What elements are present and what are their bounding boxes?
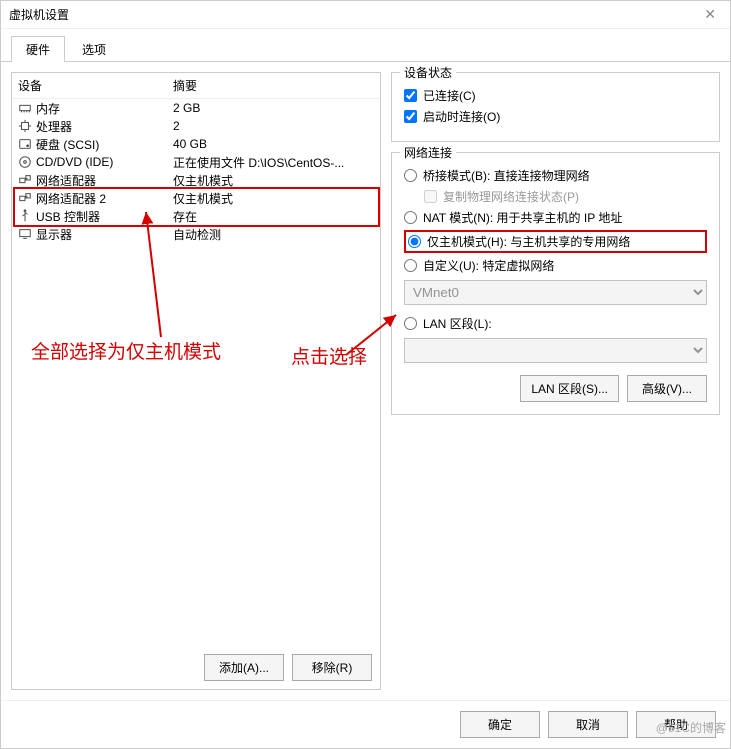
remove-button[interactable]: 移除(R) [292, 654, 372, 681]
device-list[interactable]: 设备 摘要 内存2 GB处理器2硬盘 (SCSI)40 GBCD/DVD (ID… [12, 73, 380, 646]
bridged-input[interactable] [404, 169, 417, 182]
nat-label: NAT 模式(N): 用于共享主机的 IP 地址 [423, 209, 622, 226]
network-buttons: LAN 区段(S)... 高级(V)... [404, 375, 707, 402]
tab-hardware[interactable]: 硬件 [11, 36, 65, 62]
lan-input[interactable] [404, 317, 417, 330]
replicate-label: 复制物理网络连接状态(P) [443, 188, 579, 205]
network-title: 网络连接 [400, 144, 456, 161]
list-item[interactable]: 显示器自动检测 [12, 225, 380, 243]
connect-on-label: 启动时连接(O) [423, 108, 500, 125]
hostonly-highlight: 仅主机模式(H): 与主机共享的专用网络 [404, 230, 707, 253]
disk-icon [18, 137, 32, 151]
advanced-button[interactable]: 高级(V)... [627, 375, 707, 402]
device-buttons: 添加(A)... 移除(R) [12, 646, 380, 689]
ok-button[interactable]: 确定 [460, 711, 540, 738]
hostonly-input[interactable] [408, 235, 421, 248]
custom-label: 自定义(U): 特定虚拟网络 [423, 257, 554, 274]
settings-panel: 设备状态 已连接(C) 启动时连接(O) 网络连接 桥接模式(B): 直接连接物… [391, 72, 720, 690]
connect-on-checkbox[interactable]: 启动时连接(O) [404, 108, 707, 125]
bridged-label: 桥接模式(B): 直接连接物理网络 [423, 167, 590, 184]
display-icon [18, 227, 32, 241]
header-device: 设备 [12, 73, 167, 98]
lan-select [404, 338, 707, 363]
header-summary: 摘要 [167, 73, 380, 98]
lan-segment-button[interactable]: LAN 区段(S)... [520, 375, 619, 402]
vm-settings-window: 虚拟机设置 ✕ 硬件 选项 全部选择为仅主机模式 点击选择 设备 摘要 内存2 … [0, 0, 731, 749]
titlebar: 虚拟机设置 ✕ [1, 1, 730, 29]
window-title: 虚拟机设置 [9, 6, 69, 23]
lan-label: LAN 区段(L): [423, 315, 492, 332]
device-summary: 自动检测 [167, 222, 380, 247]
tab-options[interactable]: 选项 [67, 36, 121, 62]
network-connection-group: 网络连接 桥接模式(B): 直接连接物理网络 复制物理网络连接状态(P) NAT… [391, 152, 720, 415]
watermark: @51C的博客 [656, 719, 726, 736]
tabstrip: 硬件 选项 [1, 29, 730, 62]
connected-input[interactable] [404, 89, 417, 102]
replicate-checkbox: 复制物理网络连接状态(P) [424, 188, 707, 205]
device-status-title: 设备状态 [400, 64, 456, 81]
hostonly-label: 仅主机模式(H): 与主机共享的专用网络 [427, 233, 630, 250]
vmnet-select: VMnet0 [404, 280, 707, 305]
custom-input[interactable] [404, 259, 417, 272]
custom-radio[interactable]: 自定义(U): 特定虚拟网络 [404, 257, 707, 274]
connected-checkbox[interactable]: 已连接(C) [404, 87, 707, 104]
nat-radio[interactable]: NAT 模式(N): 用于共享主机的 IP 地址 [404, 209, 707, 226]
cancel-button[interactable]: 取消 [548, 711, 628, 738]
lan-radio[interactable]: LAN 区段(L): [404, 315, 707, 332]
dialog-footer: 确定 取消 帮助 [1, 700, 730, 748]
hostonly-radio[interactable]: 仅主机模式(H): 与主机共享的专用网络 [408, 233, 703, 250]
content-area: 全部选择为仅主机模式 点击选择 设备 摘要 内存2 GB处理器2硬盘 (SCSI… [1, 62, 730, 700]
connected-label: 已连接(C) [423, 87, 476, 104]
device-panel: 设备 摘要 内存2 GB处理器2硬盘 (SCSI)40 GBCD/DVD (ID… [11, 72, 381, 690]
device-status-group: 设备状态 已连接(C) 启动时连接(O) [391, 72, 720, 142]
replicate-input [424, 190, 437, 203]
device-name: 显示器 [36, 226, 72, 243]
bridged-radio[interactable]: 桥接模式(B): 直接连接物理网络 [404, 167, 707, 184]
close-icon[interactable]: ✕ [698, 6, 722, 23]
add-button[interactable]: 添加(A)... [204, 654, 284, 681]
device-name: 硬盘 (SCSI) [36, 136, 99, 153]
nat-input[interactable] [404, 211, 417, 224]
connect-on-input[interactable] [404, 110, 417, 123]
